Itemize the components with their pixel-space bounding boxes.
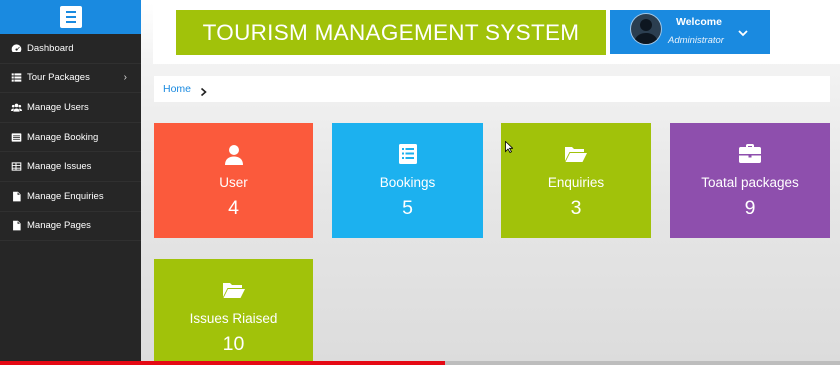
sidebar-item-dashboard[interactable]: Dashboard (0, 34, 141, 64)
mouse-cursor-icon (505, 140, 514, 154)
sidebar-item-manage-enquiries[interactable]: Manage Enquiries (0, 182, 141, 212)
tile-value: 3 (570, 197, 582, 219)
chevron-right-icon (199, 84, 208, 97)
table-icon (11, 161, 22, 172)
stat-tile-packages[interactable]: Toatal packages 9 (670, 123, 830, 238)
tile-label: Issues Riaised (189, 311, 278, 326)
video-progress-fill (0, 361, 446, 365)
sidebar-item-manage-issues[interactable]: Manage Issues (0, 152, 141, 182)
tile-label: User (219, 175, 248, 190)
sidebar-item-manage-pages[interactable]: Manage Pages (0, 212, 141, 242)
sidebar-item-manage-booking[interactable]: Manage Booking (0, 123, 141, 153)
sidebar-item-tour-packages[interactable]: Tour Packages › (0, 64, 141, 94)
tile-value: 10 (222, 333, 245, 355)
avatar (630, 13, 662, 45)
welcome-label: Welcome (676, 16, 722, 28)
user-icon (154, 143, 313, 165)
main-content: TOURISM MANAGEMENT SYSTEM Welcome Admini… (141, 0, 840, 365)
sidebar-item-label: Manage Pages (27, 220, 91, 232)
sidebar-item-label: Manage Issues (27, 161, 92, 173)
folder-open-icon (154, 279, 313, 301)
folder-open-icon (501, 143, 651, 165)
dashboard-icon (11, 43, 22, 54)
breadcrumb: Home (154, 76, 830, 102)
tile-value: 9 (744, 197, 756, 219)
header: TOURISM MANAGEMENT SYSTEM Welcome Admini… (153, 0, 840, 64)
tile-value: 4 (228, 197, 239, 219)
video-progress-bar[interactable] (0, 361, 840, 365)
stat-tile-users[interactable]: User 4 (154, 123, 313, 238)
sidebar-item-manage-users[interactable]: Manage Users (0, 93, 141, 123)
tile-label: Enquiries (547, 175, 605, 190)
sidebar-header (0, 0, 141, 34)
sidebar: Dashboard Tour Packages › Manage Users M… (0, 0, 141, 365)
chevron-right-icon: › (123, 71, 127, 83)
list-alt-icon (332, 143, 483, 165)
hamburger-icon[interactable] (59, 6, 82, 28)
file-icon (11, 220, 22, 231)
user-role: Administrator (668, 35, 724, 46)
title-banner: TOURISM MANAGEMENT SYSTEM (176, 10, 606, 55)
tile-label: Bookings (379, 175, 436, 190)
list-icon (11, 72, 22, 83)
stat-tile-enquiries[interactable]: Enquiries 3 (501, 123, 651, 238)
chevron-down-icon (737, 25, 749, 37)
sidebar-nav: Dashboard Tour Packages › Manage Users M… (0, 34, 141, 242)
sidebar-item-label: Manage Booking (27, 131, 99, 143)
page-title: TOURISM MANAGEMENT SYSTEM (202, 19, 580, 45)
booking-icon (11, 132, 22, 143)
sidebar-item-label: Tour Packages (27, 72, 90, 84)
tile-label: Toatal packages (701, 175, 799, 190)
sidebar-item-label: Manage Enquiries (27, 190, 104, 202)
stat-tile-issues[interactable]: Issues Riaised 10 (154, 259, 313, 365)
users-icon (11, 102, 22, 113)
sidebar-item-label: Dashboard (27, 42, 74, 54)
breadcrumb-home-link[interactable]: Home (163, 83, 191, 95)
briefcase-icon (670, 143, 830, 165)
file-icon (11, 191, 22, 202)
tile-value: 5 (402, 197, 413, 219)
user-menu-button[interactable]: Welcome Administrator (610, 10, 770, 54)
sidebar-item-label: Manage Users (27, 101, 89, 113)
stat-tile-bookings[interactable]: Bookings 5 (332, 123, 483, 238)
